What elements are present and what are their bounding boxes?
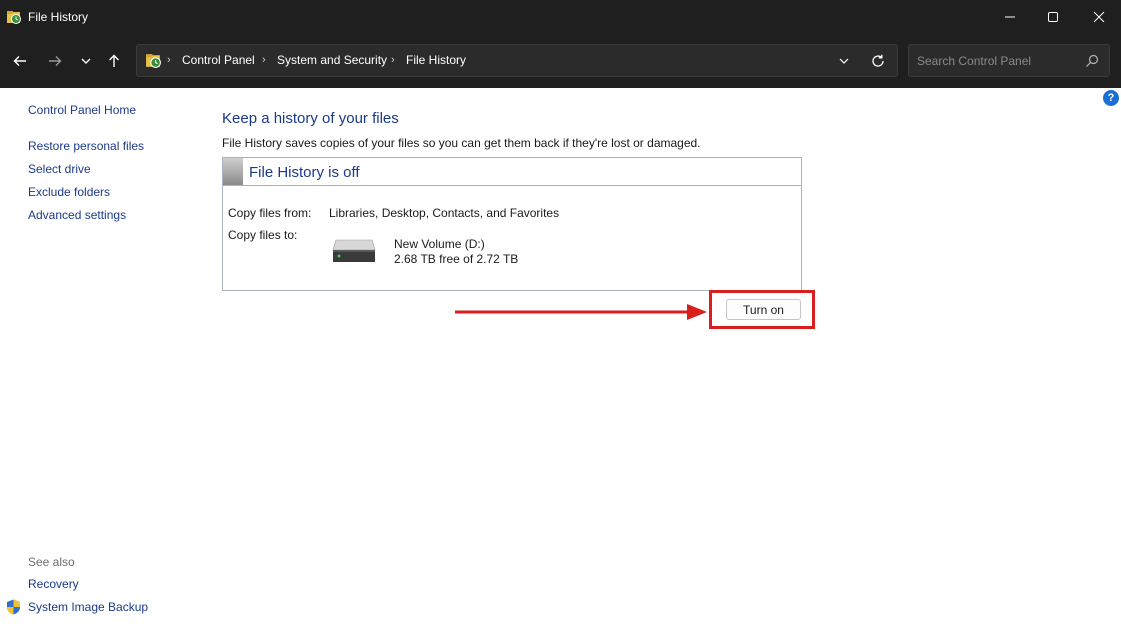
recent-locations-button[interactable] bbox=[75, 50, 97, 72]
close-icon bbox=[1093, 11, 1105, 23]
turn-on-button[interactable]: Turn on bbox=[726, 299, 801, 320]
arrow-right-icon bbox=[49, 56, 62, 66]
file-history-app-icon bbox=[7, 11, 21, 24]
close-button[interactable] bbox=[1076, 0, 1121, 34]
control-panel-home-link[interactable]: Control Panel Home bbox=[28, 103, 136, 117]
breadcrumb-system-and-security[interactable]: System and Security bbox=[277, 53, 387, 67]
address-dropdown-icon[interactable] bbox=[837, 54, 851, 68]
status-title: File History is off bbox=[249, 164, 360, 181]
window-title: File History bbox=[28, 10, 89, 24]
sidebar-link-exclude-folders[interactable]: Exclude folders bbox=[28, 185, 110, 199]
up-button[interactable] bbox=[103, 50, 125, 72]
arrow-up-icon bbox=[109, 54, 119, 67]
file-history-window: File History › Control Panel › System an… bbox=[0, 0, 1121, 633]
page-description: File History saves copies of your files … bbox=[222, 136, 701, 150]
search-icon[interactable] bbox=[1084, 53, 1100, 69]
uac-shield-icon bbox=[7, 599, 20, 615]
sidebar-link-advanced-settings[interactable]: Advanced settings bbox=[28, 208, 126, 222]
status-indicator-bar bbox=[223, 158, 243, 185]
status-header: File History is off bbox=[223, 158, 801, 186]
help-button[interactable]: ? bbox=[1103, 90, 1119, 106]
navigation-bar: › Control Panel › System and Security › … bbox=[0, 34, 1121, 88]
maximize-icon bbox=[1048, 12, 1058, 22]
search-input[interactable] bbox=[917, 53, 1077, 69]
copy-from-label: Copy files from: bbox=[228, 206, 312, 220]
minimize-icon bbox=[1005, 16, 1015, 18]
drive-free-space: 2.68 TB free of 2.72 TB bbox=[394, 252, 519, 266]
sidebar-link-select-drive[interactable]: Select drive bbox=[28, 162, 91, 176]
minimize-button[interactable] bbox=[987, 0, 1033, 34]
breadcrumb-separator: › bbox=[391, 54, 395, 66]
forward-button[interactable] bbox=[44, 50, 66, 72]
see-also-label: See also bbox=[28, 555, 75, 569]
chevron-down-icon bbox=[81, 58, 91, 64]
back-button[interactable] bbox=[9, 50, 31, 72]
breadcrumb-separator: › bbox=[167, 54, 171, 66]
file-history-status-panel: File History is off Copy files from: Lib… bbox=[222, 157, 802, 291]
maximize-button[interactable] bbox=[1030, 0, 1076, 34]
title-bar: File History bbox=[0, 0, 1121, 34]
breadcrumb-control-panel[interactable]: Control Panel bbox=[182, 53, 255, 67]
refresh-icon[interactable] bbox=[870, 53, 886, 69]
breadcrumb-file-history[interactable]: File History bbox=[406, 53, 466, 67]
address-bar[interactable]: › Control Panel › System and Security › … bbox=[136, 44, 898, 77]
see-also-link-system-image-backup[interactable]: System Image Backup bbox=[28, 600, 148, 614]
breadcrumb-separator: › bbox=[262, 54, 266, 66]
annotation-arrow bbox=[455, 304, 707, 320]
arrow-left-icon bbox=[13, 56, 26, 66]
file-history-icon bbox=[146, 54, 161, 68]
copy-from-value: Libraries, Desktop, Contacts, and Favori… bbox=[329, 206, 560, 220]
sidebar-link-restore-personal-files[interactable]: Restore personal files bbox=[28, 139, 144, 153]
page-heading: Keep a history of your files bbox=[222, 110, 399, 127]
copy-to-label: Copy files to: bbox=[228, 228, 298, 242]
search-box bbox=[908, 44, 1110, 77]
drive-name: New Volume (D:) bbox=[394, 237, 485, 251]
hard-drive-icon bbox=[332, 239, 376, 262]
see-also-link-recovery[interactable]: Recovery bbox=[28, 577, 79, 591]
